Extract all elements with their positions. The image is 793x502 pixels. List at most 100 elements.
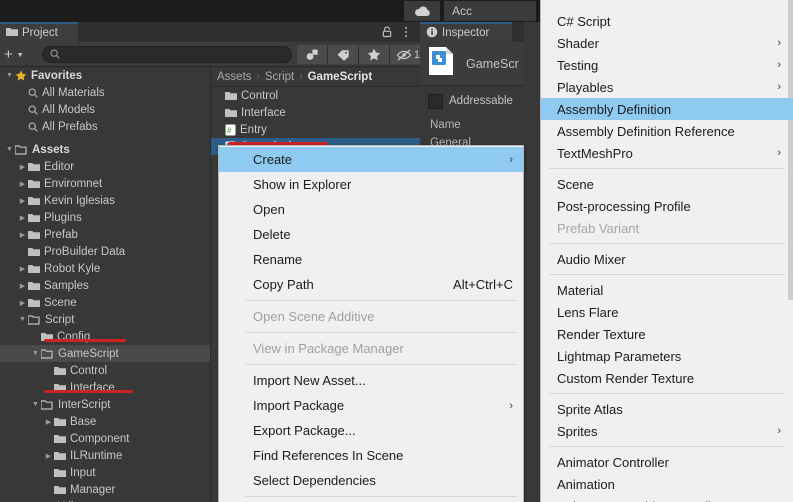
asset-type-filter-button[interactable] <box>297 45 328 64</box>
chevron-right-icon[interactable]: ▶ <box>17 163 28 171</box>
tree-item-interface[interactable]: Interface <box>0 379 210 396</box>
create-submenu[interactable]: C# Script Shader › Testing › Playables › Assemb… <box>540 0 793 502</box>
label-filter-button[interactable] <box>328 45 359 64</box>
addressable-checkbox[interactable] <box>428 93 443 109</box>
chevron-right-icon[interactable]: ▶ <box>17 180 28 188</box>
breadcrumb-item[interactable]: Assets <box>217 71 252 83</box>
menu-item-import-package[interactable]: Import Package › <box>219 393 523 418</box>
addressable-row[interactable]: Addressable <box>420 88 540 114</box>
asset-context-menu[interactable]: Create › Show in Explorer Open Delete Rename C… <box>218 145 524 502</box>
chevron-right-icon[interactable]: ▶ <box>17 197 28 205</box>
tab-project[interactable]: Project <box>0 22 78 42</box>
tree-item-probuilder-data[interactable]: ProBuilder Data <box>0 243 210 260</box>
tree-item-control[interactable]: Control <box>0 362 210 379</box>
search-icon <box>28 105 38 115</box>
chevron-right-icon[interactable]: ▶ <box>17 214 28 222</box>
breadcrumb-item[interactable]: GameScript <box>308 71 373 83</box>
submenu-item-shader[interactable]: Shader › <box>541 32 793 54</box>
project-folder-tree[interactable]: ▼ Favorites All Materials All Models All Pre… <box>0 67 210 502</box>
submenu-item-assembly-definition-reference[interactable]: Assembly Definition Reference <box>541 120 793 142</box>
chevron-right-icon[interactable]: ▶ <box>43 452 54 460</box>
tree-item-samples[interactable]: ▶ Samples <box>0 277 210 294</box>
submenu-item-post-processing-profile[interactable]: Post-processing Profile <box>541 195 793 217</box>
breadcrumb-item[interactable]: Script <box>265 71 294 83</box>
search-input-wrapper[interactable] <box>42 46 292 63</box>
chevron-right-icon[interactable]: ▶ <box>17 265 28 273</box>
tree-item-scene[interactable]: ▶ Scene <box>0 294 210 311</box>
tree-item-input[interactable]: Input <box>0 464 210 481</box>
submenu-item-lightmap-parameters[interactable]: Lightmap Parameters <box>541 345 793 367</box>
chevron-right-icon[interactable]: ▶ <box>17 299 28 307</box>
chevron-down-icon[interactable]: ▼ <box>30 350 41 357</box>
submenu-item-sprites[interactable]: Sprites › <box>541 420 793 442</box>
menu-item-copy-path[interactable]: Copy Path Alt+Ctrl+C <box>219 272 523 297</box>
tab-project-label: Project <box>22 27 58 39</box>
tree-item-all-prefabs[interactable]: All Prefabs <box>0 118 210 135</box>
submenu-item-sprite-atlas[interactable]: Sprite Atlas <box>541 398 793 420</box>
tree-item-ilruntime[interactable]: ▶ ILRuntime <box>0 447 210 464</box>
submenu-item-lens-flare[interactable]: Lens Flare <box>541 301 793 323</box>
asset-list-item[interactable]: # Entry <box>211 121 420 138</box>
folder-icon <box>28 196 40 206</box>
submenu-item-textmeshpro[interactable]: TextMeshPro › <box>541 142 793 164</box>
tree-item-robot-kyle[interactable]: ▶ Robot Kyle <box>0 260 210 277</box>
tree-item-utils[interactable]: Utils <box>0 498 210 502</box>
tree-item-config[interactable]: Config <box>0 328 210 345</box>
menu-item-show-in-explorer[interactable]: Show in Explorer <box>219 172 523 197</box>
tree-item-favorites[interactable]: ▼ Favorites <box>0 67 210 84</box>
submenu-item-c-script[interactable]: C# Script <box>541 10 793 32</box>
tree-item-all-models[interactable]: All Models <box>0 101 210 118</box>
menu-item-open[interactable]: Open <box>219 197 523 222</box>
submenu-item-testing[interactable]: Testing › <box>541 54 793 76</box>
submenu-item-custom-render-texture[interactable]: Custom Render Texture <box>541 367 793 389</box>
search-input[interactable] <box>64 47 268 62</box>
chevron-right-icon[interactable]: ▶ <box>17 282 28 290</box>
tree-item-script[interactable]: ▼ Script <box>0 311 210 328</box>
chevron-right-icon[interactable]: ▶ <box>43 418 54 426</box>
tree-item-prefab[interactable]: ▶ Prefab <box>0 226 210 243</box>
menu-item-import-new-asset[interactable]: Import New Asset... <box>219 368 523 393</box>
tree-item-gamescript[interactable]: ▼ GameScript <box>0 345 210 362</box>
tree-item-manager[interactable]: Manager <box>0 481 210 498</box>
chevron-down-icon[interactable]: ▼ <box>17 316 28 323</box>
tree-item-kevin-iglesias[interactable]: ▶ Kevin Iglesias <box>0 192 210 209</box>
menu-item-create[interactable]: Create › <box>219 147 523 172</box>
tree-item-enviromnet[interactable]: ▶ Enviromnet <box>0 175 210 192</box>
chevron-down-icon[interactable]: ▼ <box>4 146 15 153</box>
submenu-item-render-texture[interactable]: Render Texture <box>541 323 793 345</box>
lock-icon[interactable] <box>380 25 394 39</box>
kebab-menu-icon[interactable] <box>400 25 412 39</box>
tree-item-assets[interactable]: ▼ Assets <box>0 141 210 158</box>
submenu-item-animator-controller[interactable]: Animator Controller <box>541 451 793 473</box>
chevron-down-icon[interactable]: ▼ <box>30 401 41 408</box>
breadcrumb[interactable]: Assets › Script › GameScript <box>211 67 420 87</box>
tree-item-label: All Materials <box>42 86 105 99</box>
menu-item-export-package[interactable]: Export Package... <box>219 418 523 443</box>
menu-item-select-dependencies[interactable]: Select Dependencies <box>219 468 523 493</box>
menu-item-rename[interactable]: Rename <box>219 247 523 272</box>
submenu-item-assembly-definition[interactable]: Assembly Definition <box>541 98 793 120</box>
chevron-down-icon[interactable]: ▼ <box>4 72 15 79</box>
submenu-item-audio-mixer[interactable]: Audio Mixer <box>541 248 793 270</box>
submenu-item-animation[interactable]: Animation <box>541 473 793 495</box>
tree-item-interscript[interactable]: ▼ InterScript <box>0 396 210 413</box>
menu-item-find-references-in-scene[interactable]: Find References In Scene <box>219 443 523 468</box>
account-button[interactable]: Acc <box>444 1 536 21</box>
submenu-item-animator-override-controller[interactable]: Animator Override Controller <box>541 495 793 502</box>
cloud-services-button[interactable] <box>404 1 440 21</box>
tree-item-component[interactable]: Component <box>0 430 210 447</box>
create-asset-button[interactable]: + ▼ <box>4 45 38 63</box>
favorite-filter-button[interactable] <box>359 45 390 64</box>
tree-item-base[interactable]: ▶ Base <box>0 413 210 430</box>
tree-item-all-materials[interactable]: All Materials <box>0 84 210 101</box>
submenu-item-playables[interactable]: Playables › <box>541 76 793 98</box>
asset-list-item[interactable]: Control <box>211 87 420 104</box>
menu-item-delete[interactable]: Delete <box>219 222 523 247</box>
chevron-right-icon[interactable]: ▶ <box>17 231 28 239</box>
asset-list-item[interactable]: Interface <box>211 104 420 121</box>
tab-inspector[interactable]: Inspector <box>420 22 512 42</box>
tree-item-plugins[interactable]: ▶ Plugins <box>0 209 210 226</box>
tree-item-editor[interactable]: ▶ Editor <box>0 158 210 175</box>
submenu-item-material[interactable]: Material <box>541 279 793 301</box>
submenu-item-scene[interactable]: Scene <box>541 173 793 195</box>
